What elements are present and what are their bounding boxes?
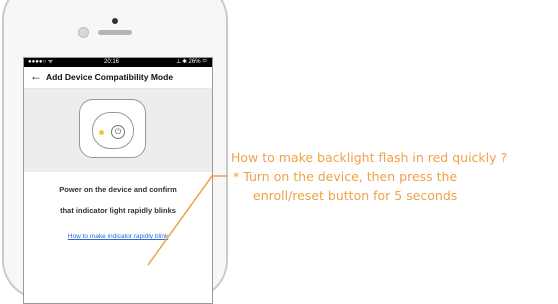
annotation-question: How to make backlight flash in red quick…	[231, 150, 508, 165]
annotation-answer-line-2: enroll/reset button for 5 seconds	[253, 188, 458, 203]
annotation-connector-line	[147, 175, 228, 266]
annotation-answer-line-1: * Turn on the device, then press the	[233, 169, 458, 184]
